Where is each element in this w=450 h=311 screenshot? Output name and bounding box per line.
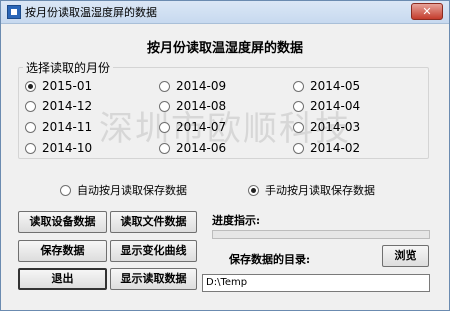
radio-icon[interactable] [25,121,36,133]
radio-month-2015-01[interactable]: 2015-01 [25,79,92,93]
radio-label: 2014-07 [176,120,227,134]
save-dir-input[interactable]: D:\Temp [202,274,430,292]
radio-label: 2014-11 [42,120,93,134]
browse-button[interactable]: 浏览 [382,245,429,267]
radio-month-2014-09[interactable]: 2014-09 [159,79,226,93]
radio-month-2014-12[interactable]: 2014-12 [25,99,92,113]
auto-mode-label: 自动按月读取保存数据 [77,184,187,197]
read-file-button[interactable]: 读取文件数据 [110,211,197,233]
radio-month-2014-06[interactable]: 2014-06 [159,141,226,155]
radio-selected-icon[interactable] [248,184,259,196]
title-bar[interactable]: 按月份读取温湿度屏的数据 ✕ [1,1,449,24]
radio-label: 2014-05 [310,79,361,93]
radio-label: 2014-03 [310,120,361,134]
radio-icon[interactable] [293,80,304,92]
radio-icon[interactable] [159,80,170,92]
radio-month-2014-03[interactable]: 2014-03 [293,120,360,134]
radio-icon[interactable] [293,142,304,154]
radio-label: 2014-12 [42,99,93,113]
radio-month-2014-08[interactable]: 2014-08 [159,99,226,113]
radio-selected-icon[interactable] [25,80,36,92]
radio-icon[interactable] [25,100,36,112]
app-icon [7,5,21,19]
radio-manual-mode[interactable]: 手动按月读取保存数据 [248,182,375,198]
progress-label: 进度指示: [212,214,261,227]
radio-icon[interactable] [60,184,71,196]
exit-button[interactable]: 退出 [18,268,107,290]
radio-icon[interactable] [25,142,36,154]
radio-month-2014-11[interactable]: 2014-11 [25,120,92,134]
radio-icon[interactable] [159,121,170,133]
save-button[interactable]: 保存数据 [18,240,107,262]
radio-month-2014-07[interactable]: 2014-07 [159,120,226,134]
radio-month-2014-04[interactable]: 2014-04 [293,99,360,113]
window-title: 按月份读取温湿度屏的数据 [25,6,157,19]
radio-label: 2014-02 [310,141,361,155]
radio-icon[interactable] [293,121,304,133]
radio-month-2014-10[interactable]: 2014-10 [25,141,92,155]
show-read-data-button[interactable]: 显示读取数据 [110,268,197,290]
save-dir-label: 保存数据的目录: [229,253,311,266]
month-groupbox-label: 选择读取的月份 [23,59,114,76]
app-window: 按月份读取温湿度屏的数据 ✕ 按月份读取温湿度屏的数据 选择读取的月份 深圳市欧… [0,0,450,311]
progress-bar [212,230,430,239]
radio-label: 2014-06 [176,141,227,155]
radio-icon[interactable] [159,142,170,154]
close-button[interactable]: ✕ [411,3,443,20]
radio-icon[interactable] [293,100,304,112]
radio-label: 2014-10 [42,141,93,155]
radio-auto-mode[interactable]: 自动按月读取保存数据 [60,182,187,198]
show-curve-button[interactable]: 显示变化曲线 [110,240,197,262]
manual-mode-label: 手动按月读取保存数据 [265,184,375,197]
read-device-button[interactable]: 读取设备数据 [18,211,107,233]
radio-icon[interactable] [159,100,170,112]
radio-label: 2014-08 [176,99,227,113]
page-heading: 按月份读取温湿度屏的数据 [146,41,303,56]
radio-label: 2014-09 [176,79,227,93]
radio-month-2014-05[interactable]: 2014-05 [293,79,360,93]
radio-label: 2015-01 [42,79,93,93]
radio-month-2014-02[interactable]: 2014-02 [293,141,360,155]
radio-label: 2014-04 [310,99,361,113]
